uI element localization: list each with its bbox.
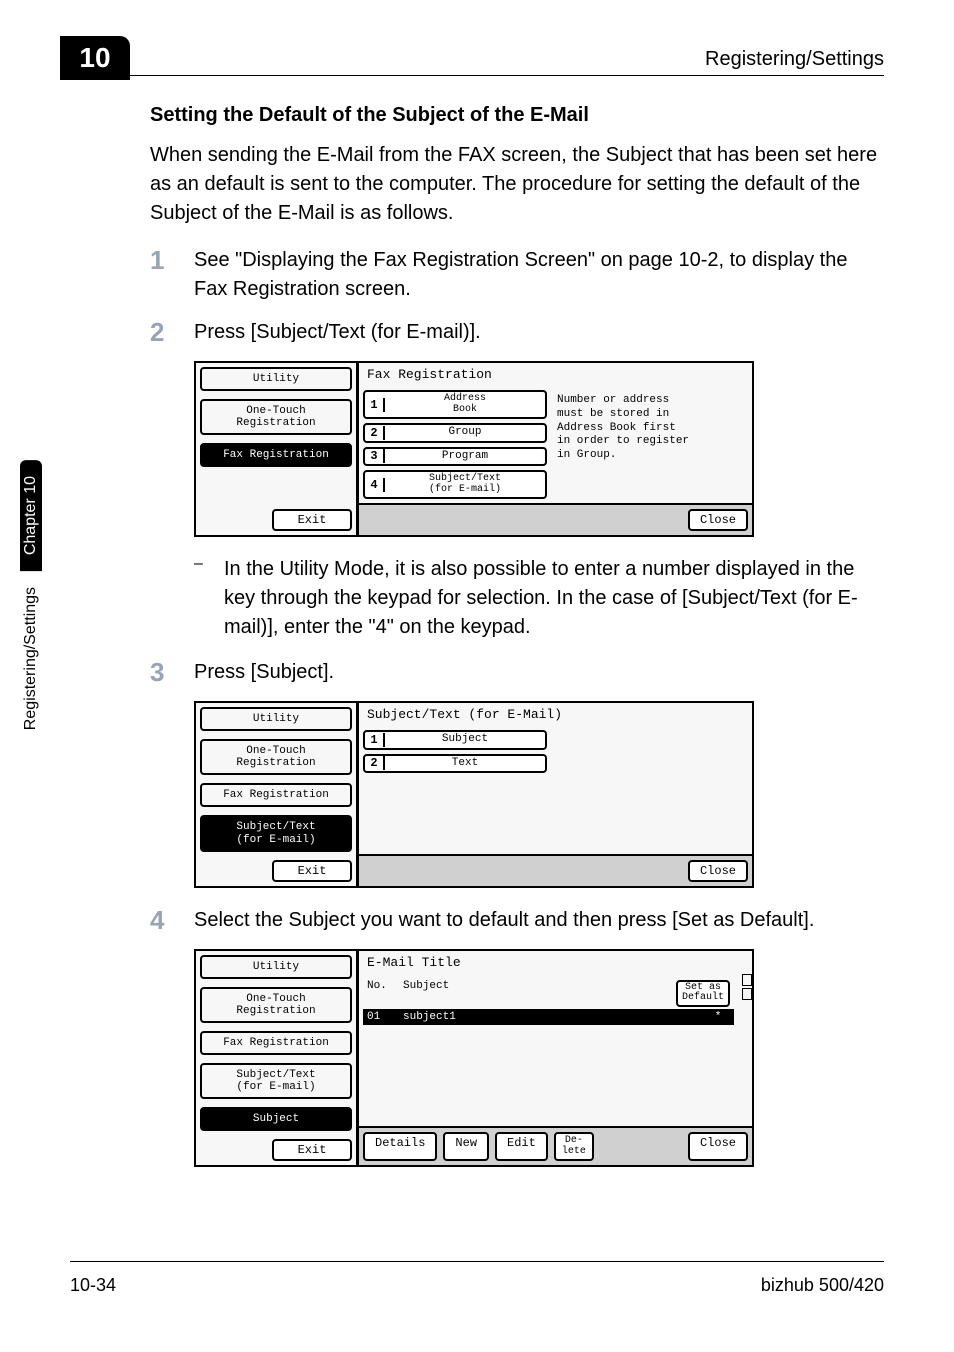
option-label: Subject — [385, 732, 545, 748]
step-2: 2 Press [Subject/Text (for E-mail)]. — [150, 318, 884, 347]
breadcrumb-onetouch[interactable]: One-Touch Registration — [200, 987, 352, 1023]
step-1: 1 See "Displaying the Fax Registration S… — [150, 246, 884, 304]
chapter-number-tab: 10 — [60, 36, 130, 80]
option-text[interactable]: 2 Text — [363, 754, 547, 774]
breadcrumb-onetouch[interactable]: One-Touch Registration — [200, 399, 352, 435]
set-as-default-button[interactable]: Set as Default — [676, 980, 730, 1007]
header-rule — [130, 75, 884, 76]
new-button[interactable]: New — [443, 1132, 489, 1161]
scroll-up-icon[interactable] — [742, 974, 752, 986]
option-label: Text — [385, 756, 545, 772]
footer-rule — [70, 1261, 884, 1262]
option-number: 3 — [365, 449, 385, 463]
option-subject[interactable]: 1 Subject — [363, 730, 547, 750]
close-button[interactable]: Close — [688, 509, 748, 531]
step-3: 3 Press [Subject]. — [150, 658, 884, 687]
option-subject-text[interactable]: 4 Subject/Text (for E-mail) — [363, 470, 547, 499]
note-text: In the Utility Mode, it is also possible… — [224, 555, 884, 642]
product-name: bizhub 500/420 — [761, 1275, 884, 1296]
option-label: Address Book — [385, 392, 545, 417]
lcd-screenshot-subject-text: Utility One-Touch Registration Fax Regis… — [194, 701, 754, 888]
edit-button[interactable]: Edit — [495, 1132, 548, 1161]
lcd-screenshot-fax-registration: Utility One-Touch Registration Fax Regis… — [194, 361, 754, 537]
step-number: 3 — [150, 658, 194, 687]
col-no: No. — [367, 980, 403, 1007]
page-number: 10-34 — [70, 1275, 116, 1296]
step-text: Select the Subject you want to default a… — [194, 906, 814, 935]
exit-button[interactable]: Exit — [272, 860, 352, 882]
step-number: 2 — [150, 318, 194, 347]
row-subject: subject1 — [403, 1011, 706, 1023]
breadcrumb-utility[interactable]: Utility — [200, 955, 352, 979]
breadcrumb-utility[interactable]: Utility — [200, 707, 352, 731]
step-text: Press [Subject/Text (for E-mail)]. — [194, 318, 481, 347]
step-text: See "Displaying the Fax Registration Scr… — [194, 246, 884, 304]
row-no: 01 — [367, 1011, 403, 1023]
delete-button[interactable]: De- lete — [554, 1132, 594, 1161]
breadcrumb-fax-registration[interactable]: Fax Registration — [200, 783, 352, 807]
option-address-book[interactable]: 1 Address Book — [363, 390, 547, 419]
details-button[interactable]: Details — [363, 1132, 437, 1161]
close-button[interactable]: Close — [688, 1132, 748, 1161]
panel-help-text: Number or address must be stored in Addr… — [557, 390, 689, 499]
step-number: 1 — [150, 246, 194, 304]
option-label: Program — [385, 449, 545, 465]
side-tab-section: Registering/Settings — [20, 571, 42, 746]
bullet-dash: – — [194, 555, 224, 642]
option-number: 1 — [365, 398, 385, 412]
table-row[interactable]: 01 subject1 * — [363, 1009, 734, 1025]
panel-title: Fax Registration — [359, 363, 752, 386]
option-number: 4 — [365, 478, 385, 492]
panel-title: Subject/Text (for E-Mail) — [359, 703, 752, 726]
panel-title: E-Mail Title — [359, 951, 752, 974]
exit-button[interactable]: Exit — [272, 1139, 352, 1161]
breadcrumb-subject-text[interactable]: Subject/Text (for E-mail) — [200, 1063, 352, 1099]
breadcrumb-onetouch[interactable]: One-Touch Registration — [200, 739, 352, 775]
side-tab-chapter: Chapter 10 — [20, 460, 42, 571]
step-number: 4 — [150, 906, 194, 935]
breadcrumb-utility[interactable]: Utility — [200, 367, 352, 391]
option-number: 2 — [365, 426, 385, 440]
col-subject: Subject — [403, 980, 676, 1007]
option-label: Group — [385, 425, 545, 441]
scroll-down-icon[interactable] — [742, 988, 752, 1000]
step-2-note: – In the Utility Mode, it is also possib… — [194, 555, 884, 642]
step-4: 4 Select the Subject you want to default… — [150, 906, 884, 935]
step-text: Press [Subject]. — [194, 658, 334, 687]
option-label: Subject/Text (for E-mail) — [385, 472, 545, 497]
row-default-mark: * — [706, 1011, 730, 1023]
scrollbar[interactable] — [742, 974, 752, 1127]
section-title: Setting the Default of the Subject of th… — [150, 104, 884, 127]
breadcrumb-subject[interactable]: Subject — [200, 1107, 352, 1131]
lcd-screenshot-email-title: Utility One-Touch Registration Fax Regis… — [194, 949, 754, 1168]
intro-paragraph: When sending the E-Mail from the FAX scr… — [150, 141, 884, 228]
breadcrumb-subject-text[interactable]: Subject/Text (for E-mail) — [200, 815, 352, 851]
header-section-title: Registering/Settings — [705, 48, 884, 71]
option-number: 2 — [365, 756, 385, 770]
exit-button[interactable]: Exit — [272, 509, 352, 531]
option-program[interactable]: 3 Program — [363, 447, 547, 467]
breadcrumb-fax-registration[interactable]: Fax Registration — [200, 1031, 352, 1055]
option-number: 1 — [365, 733, 385, 747]
breadcrumb-fax-registration[interactable]: Fax Registration — [200, 443, 352, 467]
close-button[interactable]: Close — [688, 860, 748, 882]
option-group[interactable]: 2 Group — [363, 423, 547, 443]
